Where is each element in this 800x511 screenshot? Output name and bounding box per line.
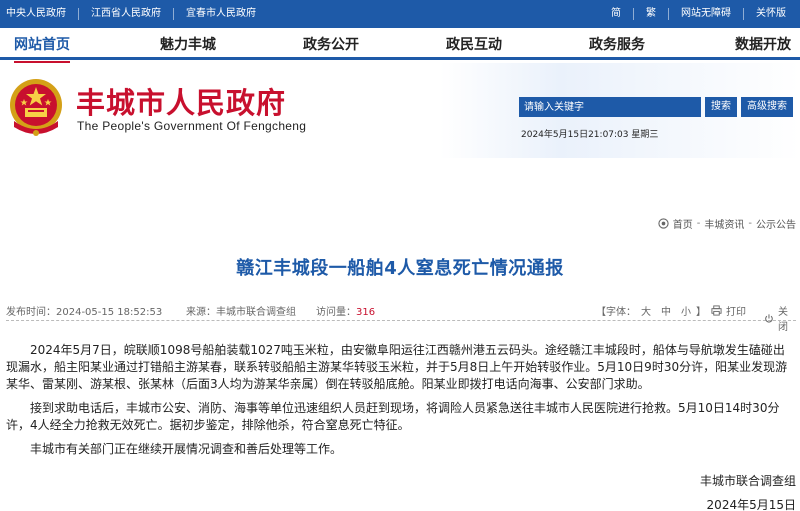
breadcrumb-news[interactable]: 丰城资讯 <box>704 216 744 231</box>
print-button[interactable]: 打印 <box>711 303 746 318</box>
paragraph: 接到求助电话后，丰城市公安、消防、海事等单位迅速组织人员赶到现场，将调险人员紧急… <box>6 401 780 432</box>
top-links-right: 简 繁 网站无障碍 关怀版 <box>599 8 798 20</box>
printer-icon <box>711 305 722 316</box>
top-bar: 中央人民政府 江西省人民政府 宜春市人民政府 简 繁 网站无障碍 关怀版 <box>0 0 800 28</box>
national-emblem-icon <box>10 79 62 136</box>
visit-count: 访问量：316 <box>316 303 375 318</box>
article-title: 赣江丰城段一船舶4人窒息死亡情况通报 <box>236 258 564 279</box>
breadcrumb-separator: - <box>696 218 701 229</box>
breadcrumb-separator: - <box>748 218 752 229</box>
article-content: 2024年5月7日，皖联顺1098号船舶装载1027吨玉米粒，由安徽阜阳运往江西… <box>6 342 796 465</box>
search-button[interactable]: 搜索 <box>705 97 737 117</box>
breadcrumb: 首页 - 丰城资讯 - 公示公告 <box>658 216 796 231</box>
care-mode-link[interactable]: 关怀版 <box>743 8 798 20</box>
nav-home[interactable]: 网站首页 <box>14 34 70 64</box>
link-yichun-government[interactable]: 宜春市人民政府 <box>173 8 268 20</box>
nav-public-interaction[interactable]: 政民互动 <box>446 34 502 54</box>
search-input[interactable] <box>519 97 701 117</box>
breadcrumb-home[interactable]: 首页 <box>673 216 693 231</box>
font-size-medium[interactable]: 中 <box>661 307 671 318</box>
location-pin-icon <box>658 218 669 229</box>
nav-government-affairs-open[interactable]: 政务公开 <box>303 34 359 54</box>
current-datetime: 2024年5月15日21:07:03 星期三 <box>521 130 659 140</box>
paragraph: 丰城市有关部门正在继续开展情况调查和善后处理等工作。 <box>30 442 343 456</box>
header-banner: 丰城市人民政府 The People's Government Of Fengc… <box>0 63 800 158</box>
visit-count-value: 316 <box>356 307 376 318</box>
font-size-label: 【字体： <box>596 307 636 318</box>
accessibility-link[interactable]: 网站无障碍 <box>668 8 743 20</box>
power-icon <box>765 313 773 322</box>
site-title: 丰城市人民政府 <box>76 86 287 120</box>
signature-date: 2024年5月15日 <box>706 498 796 511</box>
site-subtitle: The People's Government Of Fengcheng <box>77 119 307 133</box>
main-nav: 网站首页 魅力丰城 政务公开 政民互动 政务服务 数据开放 <box>0 28 800 64</box>
publish-time: 发布时间：2024-05-15 18:52:53 <box>6 307 163 318</box>
font-size-small[interactable]: 小 <box>681 307 691 318</box>
search-area: 搜索 高级搜索 <box>519 97 793 117</box>
article-meta: 发布时间：2024-05-15 18:52:53 来源：丰城市联合调查组 访问量… <box>6 299 796 333</box>
signature-organization: 丰城市联合调查组 <box>699 474 796 488</box>
font-size-end: 】 <box>696 307 706 318</box>
simplified-chinese-link[interactable]: 简 <box>599 8 633 20</box>
traditional-chinese-link[interactable]: 繁 <box>633 8 668 20</box>
nav-government-services[interactable]: 政务服务 <box>589 34 645 54</box>
article-source: 来源：丰城市联合调查组 <box>186 307 296 318</box>
link-central-government[interactable]: 中央人民政府 <box>6 8 78 20</box>
print-label: 打印 <box>726 307 746 318</box>
paragraph: 2024年5月7日，皖联顺1098号船舶装载1027吨玉米粒，由安徽阜阳运往江西… <box>6 343 788 391</box>
visit-count-label: 访问量： <box>316 307 356 318</box>
font-size-large[interactable]: 大 <box>641 307 651 318</box>
link-jiangxi-government[interactable]: 江西省人民政府 <box>78 8 173 20</box>
nav-data-open[interactable]: 数据开放 <box>735 34 791 54</box>
font-size-control: 【字体： 大中小】 <box>596 303 706 318</box>
close-label: 关闭 <box>777 307 788 333</box>
nav-charm-fengcheng[interactable]: 魅力丰城 <box>160 34 216 54</box>
advanced-search-button[interactable]: 高级搜索 <box>741 97 793 117</box>
close-button[interactable]: 关闭 <box>764 303 796 333</box>
top-links-left: 中央人民政府 江西省人民政府 宜春市人民政府 <box>6 8 268 20</box>
breadcrumb-announcements[interactable]: 公示公告 <box>756 216 796 231</box>
